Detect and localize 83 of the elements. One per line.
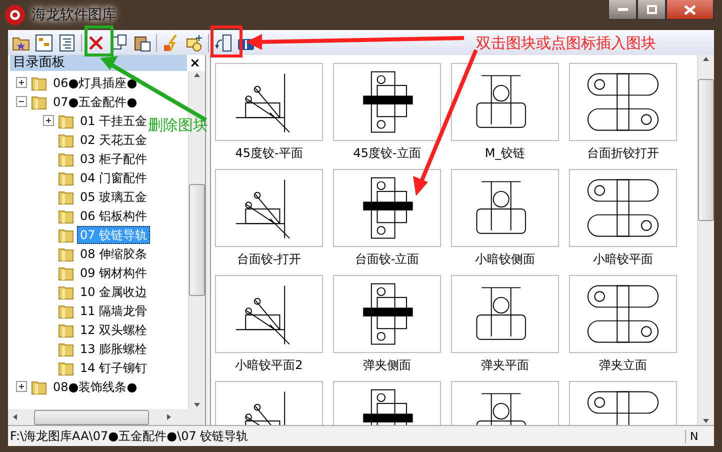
folder-icon: [58, 208, 74, 224]
tree-item[interactable]: 09 钢材构件: [77, 264, 150, 282]
folder-icon: [58, 302, 74, 318]
folder-icon: [58, 188, 74, 204]
block-name: 45度铰-平面: [235, 145, 303, 162]
maximize-button[interactable]: [637, 0, 666, 20]
status-mode: N: [685, 430, 714, 442]
block-name: M_铰链: [484, 145, 526, 162]
block-name: 台面铰-打开: [236, 251, 302, 268]
tree-item[interactable]: 06●灯具插座●: [50, 74, 140, 92]
folder-icon: [58, 264, 74, 280]
block-name: 小暗铰平面2: [235, 357, 303, 374]
tree-item[interactable]: 08 伸缩胶条: [77, 244, 150, 262]
block-thumbnail[interactable]: [451, 63, 559, 141]
folder-icon: [31, 74, 47, 90]
block-thumbnail[interactable]: [569, 275, 677, 353]
panel-close-button[interactable]: ×: [187, 56, 203, 70]
status-path: F:\海龙图库AA\07●五金配件●\07 铰链导轨: [9, 428, 250, 444]
block-thumbnail[interactable]: [333, 63, 441, 141]
app-logo-icon: [4, 4, 26, 26]
block-thumbnail[interactable]: [215, 63, 323, 141]
folder-icon: [58, 246, 74, 262]
tree-item[interactable]: 13 膨胀螺栓: [77, 340, 150, 358]
block-thumbnail[interactable]: [333, 275, 441, 353]
block-name: 弹夹侧面: [363, 357, 411, 374]
minimize-button[interactable]: [608, 0, 637, 20]
tree-item[interactable]: 06 铝板构件: [77, 206, 150, 224]
window-title: 海龙软件图库: [32, 6, 116, 24]
minimize-icon: [618, 8, 628, 12]
folder-icon: [58, 170, 74, 186]
annotation-text: 双击图块或点图标插入图块: [476, 34, 656, 53]
block-thumbnail[interactable]: [451, 275, 559, 353]
folder-icon: [31, 378, 47, 394]
insert-block-icon[interactable]: [212, 32, 234, 54]
block-name: 45度铰-立面: [353, 145, 421, 162]
folder-icon: [58, 340, 74, 356]
highlight-frame: [210, 26, 242, 58]
tree-item[interactable]: 11 隔墙龙骨: [77, 302, 150, 320]
block-name: 小暗铰侧面: [475, 251, 535, 268]
folder-icon: [58, 112, 74, 128]
folder-icon: [58, 284, 74, 300]
collapse-toggle-icon[interactable]: [16, 96, 27, 107]
scroll-right-icon[interactable]: [164, 413, 173, 421]
block-name: 弹夹平面: [481, 357, 529, 374]
panel-title: 目录面板: [10, 55, 187, 71]
tree-item[interactable]: 03 柜子配件: [77, 150, 150, 168]
tree-item[interactable]: 04 门窗配件: [77, 168, 150, 186]
block-thumbnail[interactable]: [333, 169, 441, 247]
folder-icon: [31, 94, 47, 110]
block-thumbnail[interactable]: [569, 63, 677, 141]
folder-icon: [58, 150, 74, 166]
tree-item[interactable]: 07●五金配件●: [50, 92, 140, 110]
highlight-frame: [84, 26, 114, 56]
tree-view-icon[interactable]: [33, 32, 55, 54]
block-thumbnail[interactable]: [215, 169, 323, 247]
close-button[interactable]: [666, 0, 714, 20]
block-thumbnail[interactable]: [215, 275, 323, 353]
block-name: 台面铰-立面: [354, 251, 420, 268]
folder-icon: [58, 322, 74, 338]
vertical-scrollbar[interactable]: [697, 55, 714, 425]
tree-item[interactable]: 02 天花五金: [77, 130, 150, 148]
expand-toggle-icon[interactable]: [16, 381, 27, 392]
tree-item[interactable]: 08●装饰线条●: [50, 378, 140, 396]
tree-item[interactable]: 05 玻璃五金: [77, 188, 150, 206]
block-name: 小暗铰平面: [593, 251, 653, 268]
block-name: 台面折铰打开: [587, 145, 659, 162]
scroll-left-icon[interactable]: [11, 413, 19, 421]
folder-icon: [58, 132, 74, 148]
tree-item[interactable]: 14 钉子铆钉: [77, 358, 150, 376]
block-name: 弹夹立面: [599, 357, 647, 374]
tree-item[interactable]: 12 双头螺栓: [77, 320, 150, 338]
folder-icon: [58, 226, 74, 242]
folder-icon: [58, 360, 74, 376]
expand-toggle-icon[interactable]: [43, 115, 54, 126]
expand-toggle-icon[interactable]: [16, 77, 27, 88]
close-icon: [684, 4, 696, 14]
block-thumbnail[interactable]: [569, 169, 677, 247]
scroll-down-icon[interactable]: [702, 417, 710, 425]
block-thumbnail[interactable]: [451, 169, 559, 247]
scroll-up-icon[interactable]: [193, 71, 201, 79]
horizontal-scrollbar[interactable]: [8, 409, 205, 425]
tree-item[interactable]: 10 金属收边: [77, 282, 150, 300]
maximize-icon: [646, 5, 656, 14]
